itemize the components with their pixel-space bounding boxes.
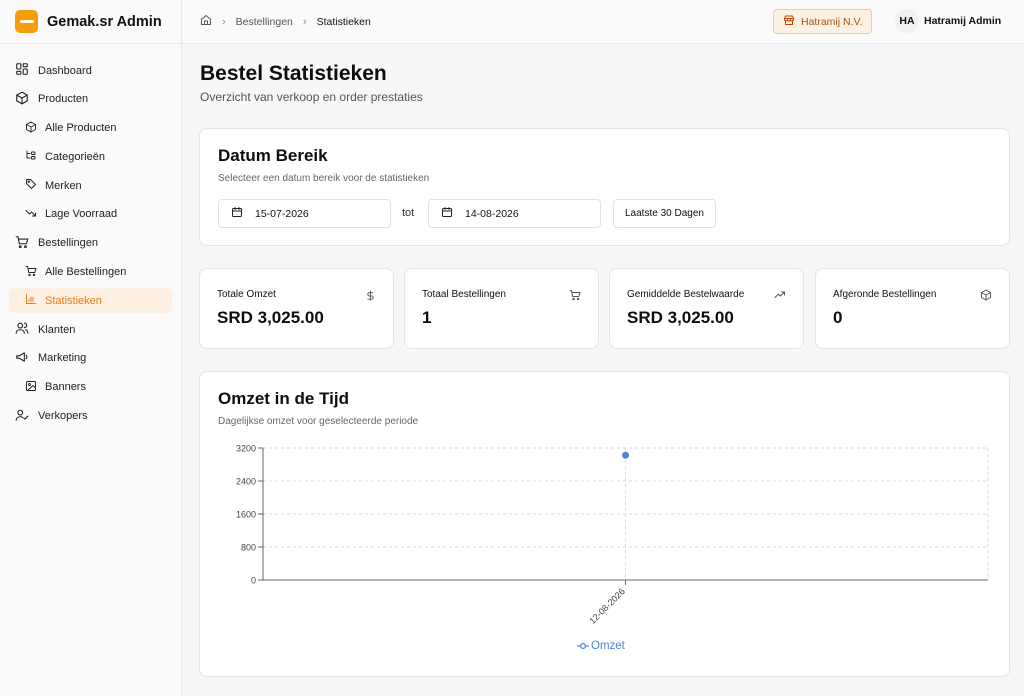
sidebar-item-dashboard[interactable]: Dashboard (9, 58, 172, 83)
revenue-chart-card: Omzet in de Tijd Dagelijkse omzet voor g… (199, 371, 1010, 677)
date-range-card: Datum Bereik Selecteer een datum bereik … (199, 128, 1010, 246)
topbar: › Bestellingen › Statistieken Hatramij N… (182, 0, 1024, 44)
stat-label: Afgeronde Bestellingen (833, 289, 937, 300)
legend-label: Omzet (591, 640, 625, 652)
stat-label: Gemiddelde Bestelwaarde (627, 289, 745, 300)
x-tick-label: 12-08-2026 (587, 586, 627, 626)
page-title: Bestel Statistieken (200, 62, 387, 85)
calendar-icon (231, 206, 243, 221)
sidebar-item-alle-producten[interactable]: Alle Producten (9, 116, 172, 141)
sidebar-item-label: Alle Producten (45, 122, 117, 135)
stat-card-completed-orders: Afgeronde Bestellingen 0 (815, 268, 1010, 349)
brand[interactable]: Gemak.sr Admin (0, 0, 181, 44)
sidebar-item-label: Statistieken (45, 294, 102, 307)
store-name: Hatramij N.V. (801, 15, 863, 28)
date-to-value: 14-08-2026 (465, 207, 519, 220)
breadcrumb-separator: › (302, 15, 307, 28)
breadcrumb: › Bestellingen › Statistieken (200, 14, 371, 29)
tag-icon (25, 178, 37, 193)
sidebar-item-categorieen[interactable]: Categorieën (9, 144, 172, 169)
sidebar-nav: Dashboard Producten Alle Producten Categori… (0, 44, 181, 429)
bar-chart-icon (25, 293, 37, 308)
sidebar-item-label: Dashboard (38, 64, 92, 77)
stat-label: Totale Omzet (217, 289, 276, 300)
stat-card-total-revenue: Totale Omzet SRD 3,025.00 (199, 268, 394, 349)
data-point (622, 451, 629, 459)
sidebar-item-verkopers[interactable]: Verkopers (9, 404, 172, 429)
stat-label: Totaal Bestellingen (422, 289, 506, 300)
date-range-subtitle: Selecteer een datum bereik voor de stati… (218, 173, 430, 184)
breadcrumb-orders[interactable]: Bestellingen (236, 16, 293, 28)
date-from-value: 15-07-2026 (255, 207, 309, 220)
date-to-input[interactable]: 14-08-2026 (428, 199, 601, 228)
breadcrumb-separator: › (222, 15, 226, 28)
chart-legend[interactable]: Omzet (577, 640, 625, 652)
date-from-input[interactable]: 15-07-2026 (218, 199, 391, 228)
y-tick-label: 2400 (236, 477, 256, 487)
sidebar-item-label: Merken (45, 179, 82, 192)
stat-card-average-order-value: Gemiddelde Bestelwaarde SRD 3,025.00 (609, 268, 804, 349)
stat-value: SRD 3,025.00 (627, 308, 734, 327)
package-icon (25, 121, 37, 136)
y-tick-label: 3200 (236, 444, 256, 454)
sidebar-item-label: Verkopers (38, 410, 88, 423)
users-icon (15, 321, 29, 338)
sidebar: Gemak.sr Admin Dashboard Producten Alle Pr… (0, 0, 182, 696)
stat-value: SRD 3,025.00 (217, 308, 324, 327)
sidebar-item-bestellingen[interactable]: Bestellingen (9, 231, 172, 256)
store-icon (783, 14, 795, 29)
sidebar-item-label: Categorieën (45, 150, 105, 163)
stat-card-total-orders: Totaal Bestellingen 1 (404, 268, 599, 349)
image-icon (25, 380, 37, 395)
package-icon (15, 91, 29, 108)
stat-value: 1 (422, 308, 432, 327)
sidebar-item-producten[interactable]: Producten (9, 87, 172, 112)
page-subtitle: Overzicht van verkoop en order prestatie… (200, 90, 423, 104)
megaphone-icon (15, 350, 29, 367)
user-check-icon (15, 408, 29, 425)
trending-up-icon (774, 288, 786, 306)
dashboard-icon (15, 62, 29, 79)
legend-line-icon (577, 642, 589, 650)
store-selector[interactable]: Hatramij N.V. (773, 9, 873, 34)
sidebar-item-banners[interactable]: Banners (9, 375, 172, 400)
sidebar-item-label: Banners (45, 381, 86, 394)
sidebar-item-merken[interactable]: Merken (9, 173, 172, 198)
breadcrumb-current: Statistieken (316, 15, 371, 28)
y-tick-label: 0 (251, 576, 256, 586)
y-tick-label: 800 (241, 543, 256, 553)
cart-icon (569, 288, 581, 306)
stat-value: 0 (833, 308, 843, 327)
user-name: Hatramij Admin (924, 15, 1002, 27)
dollar-icon (365, 288, 376, 306)
package-icon (980, 288, 992, 306)
date-range-title: Datum Bereik (218, 146, 328, 165)
cart-icon (15, 235, 29, 252)
categories-icon (25, 149, 37, 164)
sidebar-item-marketing[interactable]: Marketing (9, 346, 172, 371)
sidebar-item-label: Bestellingen (38, 237, 98, 250)
user-menu[interactable]: HA Hatramij Admin (895, 9, 1001, 33)
sidebar-item-label: Lage Voorraad (45, 208, 118, 221)
sidebar-item-lage-voorraad[interactable]: Lage Voorraad (9, 202, 172, 227)
brand-name: Gemak.sr Admin (47, 13, 162, 30)
sidebar-item-label: Marketing (38, 352, 87, 365)
sidebar-item-label: Klanten (38, 323, 76, 336)
date-separator: tot (402, 207, 415, 219)
home-icon[interactable] (200, 14, 212, 29)
y-tick-label: 1600 (236, 510, 256, 520)
revenue-line-chart: 0 800 1600 2400 3200 12-08-2026 (236, 444, 989, 626)
sidebar-item-klanten[interactable]: Klanten (9, 317, 172, 342)
calendar-icon (441, 206, 453, 221)
last-30-days-button[interactable]: Laatste 30 Dagen (613, 199, 716, 228)
avatar: HA (895, 9, 919, 33)
cart-icon (25, 265, 37, 280)
sidebar-item-statistieken[interactable]: Statistieken (9, 288, 172, 314)
trending-down-icon (25, 207, 37, 222)
brand-logo (15, 10, 38, 33)
sidebar-item-alle-bestellingen[interactable]: Alle Bestellingen (9, 260, 172, 285)
sidebar-item-label: Producten (38, 93, 89, 106)
sidebar-item-label: Alle Bestellingen (45, 266, 127, 279)
